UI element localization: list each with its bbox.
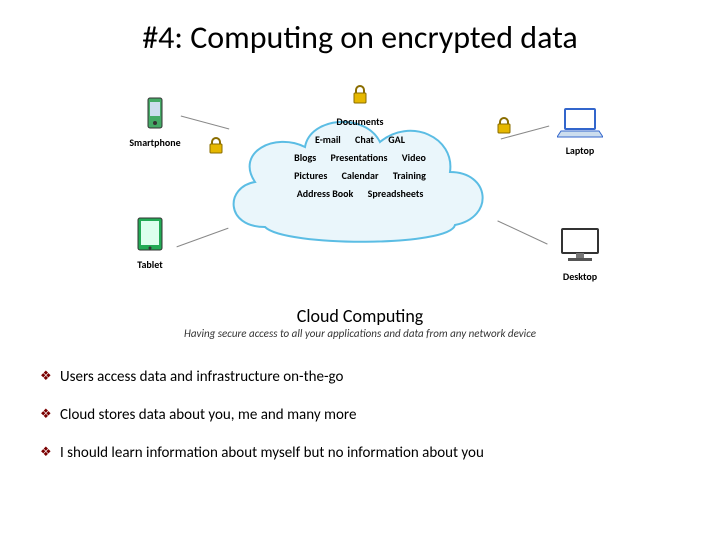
cloud-items: Documents E-mail Chat GAL Blogs Presenta… [230,113,490,203]
cloud-item: Spreadsheets [368,185,424,203]
bullet-item: Cloud stores data about you, me and many… [40,406,680,424]
cloud-computing-subtitle: Having secure access to all your applica… [30,327,690,340]
cloud-item: E-mail [315,131,341,149]
device-desktop: Desktop [550,227,610,283]
cloud-item: Training [393,167,426,185]
cloud-item: Video [402,149,426,167]
lock-icon [208,137,224,160]
device-label: Laptop [566,144,595,157]
desktop-icon [550,227,610,268]
device-label: Desktop [563,270,597,283]
device-label: Tablet [137,258,162,271]
cloud-item: Calendar [342,167,379,185]
cloud-item: Blogs [294,149,316,167]
cloud-item: Pictures [294,167,327,185]
tablet-icon [120,217,180,256]
cloud-diagram: Documents E-mail Chat GAL Blogs Presenta… [80,77,640,297]
device-tablet: Tablet [120,217,180,271]
cloud-item: GAL [388,131,405,149]
cloud-item: Documents [336,113,383,131]
bullet-list: Users access data and infrastructure on-… [30,368,690,462]
cloud-item: Presentations [331,149,388,167]
device-laptop: Laptop [550,107,610,157]
smartphone-icon [120,97,190,134]
slide-title: #4: Computing on encrypted data [30,18,690,57]
cloud-item: Address Book [297,185,354,203]
cloud-item: Chat [355,131,374,149]
device-smartphone: Smartphone [120,97,190,149]
laptop-icon [550,107,610,142]
lock-icon [351,85,369,110]
device-label: Smartphone [129,136,180,149]
cloud-computing-title: Cloud Computing [30,305,690,327]
bullet-item: I should learn information about myself … [40,444,680,462]
bullet-item: Users access data and infrastructure on-… [40,368,680,386]
